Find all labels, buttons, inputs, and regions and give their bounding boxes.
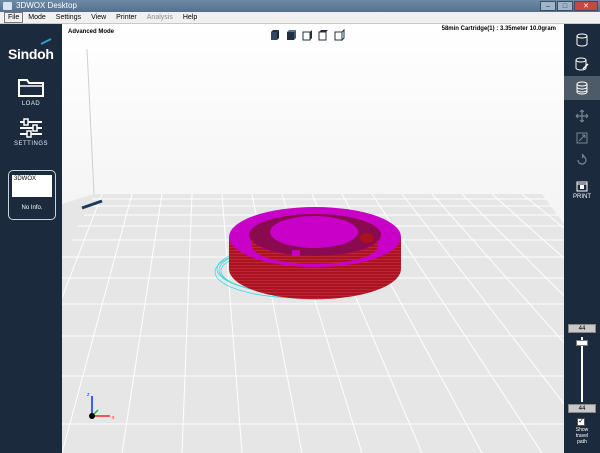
view-top-button[interactable] xyxy=(316,28,330,42)
scale-button[interactable] xyxy=(564,126,600,150)
layer-slider-track[interactable] xyxy=(581,337,583,402)
move-button[interactable] xyxy=(564,104,600,128)
view-front-button[interactable] xyxy=(284,28,298,42)
app-icon xyxy=(3,2,12,10)
printer-info: No Info. xyxy=(21,205,43,211)
menu-settings[interactable]: Settings xyxy=(51,12,86,23)
sindoh-logo: Sindoh xyxy=(8,46,54,62)
rotate-button[interactable] xyxy=(564,148,600,172)
view-3d-button[interactable] xyxy=(268,28,282,42)
print-label: PRINT xyxy=(573,194,591,200)
move-arrows-icon xyxy=(575,109,589,123)
layer-view-button[interactable] xyxy=(564,76,600,100)
layers-icon xyxy=(576,81,588,95)
menu-help[interactable]: Help xyxy=(178,12,202,23)
print-estimate: 58min Cartridge(1) : 3.35meter 10.0gram xyxy=(441,26,556,32)
menu-bar: File Mode Settings View Printer Analysis… xyxy=(0,12,600,24)
menu-printer[interactable]: Printer xyxy=(111,12,142,23)
build-plate-scene[interactable]: z x xyxy=(62,24,564,453)
folder-icon xyxy=(18,79,44,97)
view-front-icon xyxy=(287,30,296,40)
cylinder-icon xyxy=(576,33,588,47)
printer-card[interactable]: 3DWOX No Info. xyxy=(8,170,56,220)
printer-name: 3DWOX xyxy=(12,175,52,197)
printer-icon xyxy=(576,181,588,192)
window-title: 3DWOX Desktop xyxy=(16,1,77,10)
settings-label: SETTINGS xyxy=(13,141,48,147)
show-travel-path-label: Show travel path xyxy=(564,427,600,445)
left-toolbar: Sindoh LOAD SETTINGS 3DWOX No Info. xyxy=(0,24,62,453)
scale-icon xyxy=(576,132,588,144)
layer-slider-thumb[interactable] xyxy=(576,339,588,346)
view-right-icon xyxy=(334,29,345,41)
sliders-settings-icon xyxy=(20,118,42,138)
menu-file[interactable]: File xyxy=(4,12,24,23)
layer-bottom-value[interactable]: 44 xyxy=(568,404,596,413)
3d-viewport[interactable]: z x Advanced Mode 58min Cartridge(1) : 3… xyxy=(62,24,564,453)
rotate-icon xyxy=(577,153,587,165)
model-ring[interactable] xyxy=(229,207,401,300)
view-side-button[interactable] xyxy=(300,28,314,42)
menu-view[interactable]: View xyxy=(86,12,111,23)
view-buttons xyxy=(268,28,346,42)
show-travel-path-checkbox[interactable]: ✓ xyxy=(577,418,585,426)
minimize-button[interactable]: – xyxy=(540,1,556,11)
right-toolbar: PRINT 44 44 ✓ Show travel path xyxy=(564,24,600,453)
mode-label: Advanced Mode xyxy=(68,29,115,35)
sindoh-logo-mark-icon xyxy=(40,38,52,45)
cylinder-pencil-icon xyxy=(575,57,589,71)
view-side-icon xyxy=(302,30,312,41)
menu-analysis[interactable]: Analysis xyxy=(142,12,178,23)
menu-mode[interactable]: Mode xyxy=(23,12,51,23)
support-view-button[interactable] xyxy=(564,52,600,76)
show-travel-label-line3: path xyxy=(577,439,587,445)
view-top-icon xyxy=(318,30,328,41)
object-view-button[interactable] xyxy=(564,28,600,52)
load-button[interactable]: LOAD xyxy=(0,76,62,107)
window-controls: – □ ✕ xyxy=(540,1,598,11)
layer-top-value[interactable]: 44 xyxy=(568,324,596,333)
load-label: LOAD xyxy=(21,101,41,107)
view-3d-icon xyxy=(271,30,279,40)
settings-button[interactable]: SETTINGS xyxy=(0,118,62,147)
view-right-button[interactable] xyxy=(332,28,346,42)
maximize-button[interactable]: □ xyxy=(557,1,573,11)
close-button[interactable]: ✕ xyxy=(574,1,598,11)
window-titlebar: 3DWOX Desktop – □ ✕ xyxy=(0,0,600,12)
